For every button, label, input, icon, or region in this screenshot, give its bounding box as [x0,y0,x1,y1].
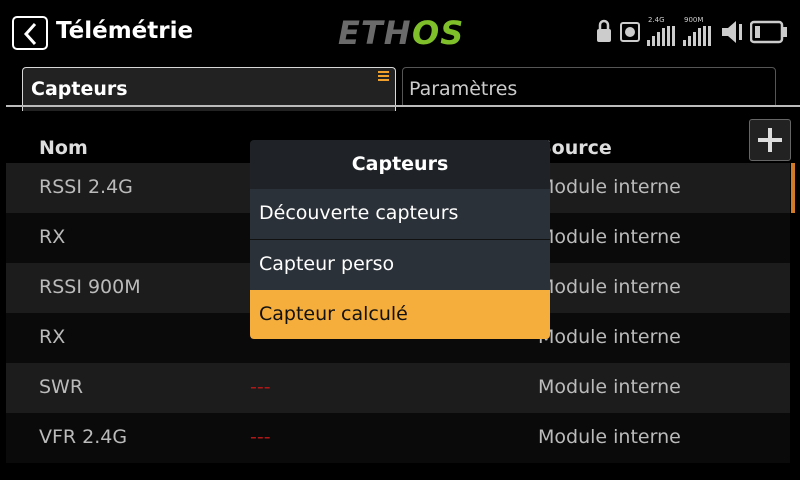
speaker-icon [722,21,742,43]
top-bar: Télémétrie ETH OS 2.4G 900M [0,0,800,64]
rssi-900-indicator: 900M [682,16,714,48]
sensor-source: Module interne [538,226,681,248]
menu-icon [378,71,389,83]
chevron-left-icon [23,22,37,46]
sensor-name: RX [39,226,66,248]
signal-bars-icon [683,26,711,46]
table-row[interactable]: SWR --- Module interne [6,363,790,413]
column-header-name: Nom [39,137,88,159]
popup-title: Capteurs [351,153,449,175]
rssi-24-indicator: 2.4G [646,16,676,48]
menu-item-label: Capteur perso [259,253,395,275]
tab-divider [6,105,800,107]
menu-item-custom-sensor[interactable]: Capteur perso [250,240,550,290]
sensor-name: VFR 2.4G [39,426,128,448]
sensor-source: Module interne [538,176,681,198]
ethos-logo: ETH OS [338,14,462,50]
sensor-value: --- [250,376,271,398]
menu-item-label: Capteur calculé [259,303,408,325]
sensor-name: RSSI 900M [39,276,141,298]
sensor-name: RX [39,326,66,348]
lock-icon [597,19,611,42]
add-sensor-button[interactable] [749,119,791,161]
sensor-value: --- [250,426,271,448]
tab-parametres[interactable]: Paramètres [402,67,776,106]
battery-icon [750,20,787,44]
sensor-source: Module interne [538,426,681,448]
sensor-source: Module interne [538,276,681,298]
sensor-source: Module interne [538,326,681,348]
svg-text:ETH: ETH [338,14,411,50]
tab-label: Paramètres [409,78,518,100]
tab-bar: Capteurs Paramètres [0,64,800,111]
record-icon [620,22,640,42]
sensors-popup-menu: Capteurs Découverte capteurs Capteur per… [250,140,550,339]
plus-icon [758,128,782,152]
back-button[interactable] [12,16,48,50]
sensor-name: SWR [39,376,84,398]
page-title: Télémétrie [56,18,194,44]
menu-item-calculated-sensor[interactable]: Capteur calculé [250,290,550,339]
sensor-name: RSSI 2.4G [39,176,133,198]
menu-item-discover-sensors[interactable]: Découverte capteurs [250,189,550,239]
svg-text:OS: OS [412,14,462,50]
status-bar: 2.4G 900M [594,16,788,48]
scrollbar[interactable] [791,163,795,213]
tab-label: Capteurs [31,78,128,100]
sensor-source: Module interne [538,376,681,398]
menu-item-label: Découverte capteurs [259,202,459,224]
table-row[interactable]: VFR 2.4G --- Module interne [6,413,790,463]
signal-bars-icon [647,26,675,46]
